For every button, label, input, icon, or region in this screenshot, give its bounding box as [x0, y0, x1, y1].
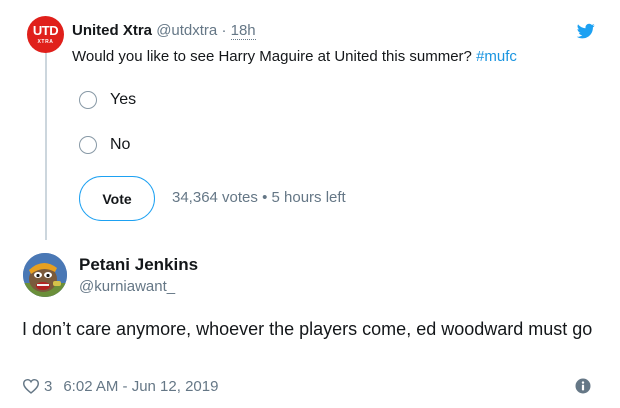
radio-button[interactable]	[79, 91, 97, 109]
poll-option-yes[interactable]: Yes	[79, 89, 136, 111]
logo-text-utd: UTD	[32, 23, 59, 38]
heart-icon[interactable]	[22, 378, 40, 394]
poll-option-label: Yes	[110, 91, 137, 108]
parent-time-ago[interactable]: 18h	[230, 22, 256, 40]
reply-tweet-text: I don’t care anymore, whoever the player…	[22, 319, 593, 339]
logo-text-xtra: XTRA	[37, 39, 54, 45]
thread-line	[45, 48, 47, 240]
avatar[interactable]	[23, 253, 67, 297]
header-separator: ·	[221, 22, 227, 39]
parent-tweet-header: United Xtra @utdxtra · 18h	[72, 22, 256, 40]
info-icon[interactable]	[575, 378, 591, 394]
poll-meta: 34,364 votes • 5 hours left	[172, 189, 346, 206]
cartoon-avatar-icon	[23, 253, 67, 297]
meta-separator: •	[262, 189, 268, 206]
twitter-bird-icon[interactable]	[576, 22, 596, 40]
hashtag-link[interactable]: #mufc	[476, 48, 517, 65]
time-left: 5 hours left	[271, 189, 346, 206]
poll-option-no[interactable]: No	[79, 134, 130, 156]
parent-tweet: UTD XTRA United Xtra @utdxtra · 18h Woul…	[0, 0, 620, 240]
question-text: Would you like to see Harry Maguire at U…	[72, 48, 477, 65]
reply-handle[interactable]: @kurniawant_	[79, 278, 175, 295]
parent-handle[interactable]: @utdxtra	[156, 22, 217, 39]
timestamp[interactable]: 6:02 AM - Jun 12, 2019	[63, 378, 218, 395]
like-count: 3	[44, 377, 53, 395]
tweet-footer: 3 6:02 AM - Jun 12, 2019	[22, 376, 218, 396]
vote-count: 34,364 votes	[172, 189, 258, 206]
reply-display-name[interactable]: Petani Jenkins	[79, 255, 198, 275]
radio-button[interactable]	[79, 136, 97, 154]
united-xtra-logo[interactable]: UTD XTRA	[27, 16, 64, 53]
vote-button[interactable]: Vote	[79, 176, 155, 221]
parent-display-name[interactable]: United Xtra	[72, 22, 152, 39]
poll-option-label: No	[110, 136, 131, 153]
parent-tweet-text: Would you like to see Harry Maguire at U…	[72, 47, 517, 67]
